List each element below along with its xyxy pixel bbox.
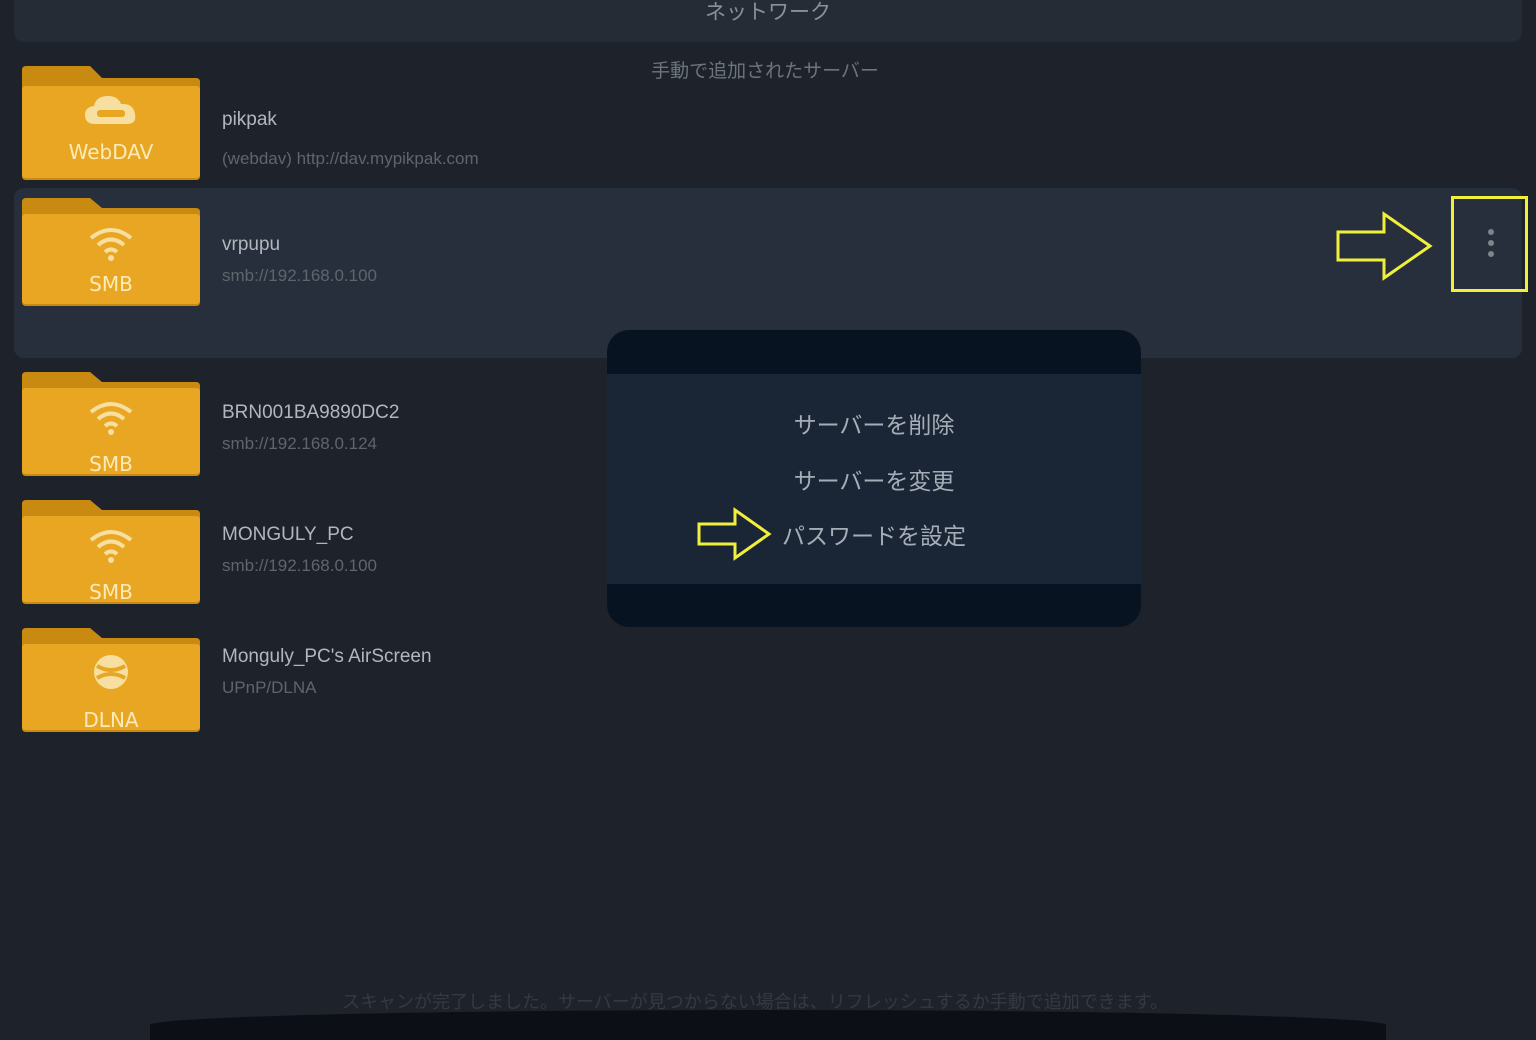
dlna-label: DLNA [83,708,139,732]
set-password-item[interactable]: パスワードを設定 [607,517,1141,551]
wifi-icon [81,524,141,564]
server-name: BRN001BA9890DC2 [222,402,400,423]
server-row-airscreen[interactable]: DLNA Monguly_PC's AirScreen UPnP/DLNA [20,626,1510,744]
server-address: (webdav) http://dav.mypikpak.com [222,149,479,168]
delete-server-item[interactable]: サーバーを削除 [607,406,1141,440]
menu-body: サーバーを削除 サーバーを変更 パスワードを設定 [607,374,1141,584]
vertical-dots-icon [1484,229,1498,265]
cloud-icon [81,90,141,130]
highlight-arrow-icon [1336,210,1436,286]
smb-label: SMB [89,452,133,476]
wifi-icon [81,396,141,436]
server-name: Monguly_PC's AirScreen [222,646,432,667]
folder-icon: SMB [20,498,202,608]
server-name: pikpak [222,109,277,130]
more-options-button[interactable] [1451,196,1528,292]
server-name: MONGULY_PC [222,524,354,545]
highlight-arrow-icon [697,506,773,566]
server-address: smb://192.168.0.124 [222,434,378,453]
server-address: smb://192.168.0.100 [222,266,378,285]
wifi-icon [81,222,141,262]
folder-icon: WebDAV [20,64,202,180]
folder-icon: SMB [20,370,202,480]
page-title: ネットワーク [705,0,831,24]
smb-label: SMB [89,272,133,296]
server-name: vrpupu [222,234,281,255]
server-context-menu: サーバーを削除 サーバーを変更 パスワードを設定 [607,330,1141,627]
edit-server-item[interactable]: サーバーを変更 [607,462,1141,496]
folder-icon: DLNA [20,626,202,736]
server-address: smb://192.168.0.100 [222,556,378,575]
server-row-pikpak[interactable]: WebDAV pikpak (webdav) http://dav.mypikp… [20,64,1510,182]
bottom-edge [150,1010,1386,1040]
folder-icon: SMB [20,196,202,306]
server-address: UPnP/DLNA [222,678,317,697]
globe-icon [81,652,141,692]
webdav-label: WebDAV [68,140,154,164]
smb-label: SMB [89,580,133,604]
